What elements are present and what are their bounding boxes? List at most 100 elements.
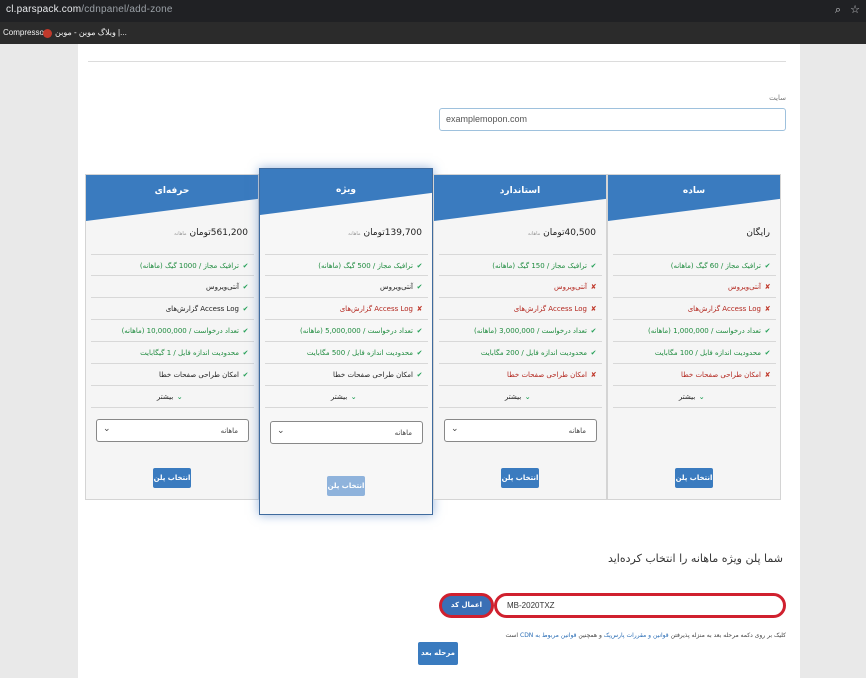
billing-period-select[interactable]: ماهانه ⌄ — [270, 421, 423, 444]
feature-list: ترافیک مجاز / 60 گیگ (ماهانه) ✔ آنتی‌ویرو… — [613, 254, 776, 408]
feature-text: محدودیت اندازه فایل / 1 گیگابایت — [140, 349, 239, 357]
select-value: ماهانه — [568, 427, 586, 435]
feature-text: تعداد درخواست / 1,000,000 (ماهانه) — [648, 327, 761, 335]
feature-text: ترافیک مجاز / 500 گیگ (ماهانه) — [318, 262, 413, 270]
feature-error-pages: امکان طراحی صفحات خطا ✔ — [265, 364, 428, 386]
search-icon[interactable]: ⌕ — [831, 3, 845, 17]
cross-icon: ✘ — [764, 283, 771, 291]
feature-text: گزارش‌های Access Log — [687, 305, 761, 313]
feature-text: ترافیک مجاز / 1000 گیگ (ماهانه) — [139, 262, 239, 270]
more-features-toggle[interactable]: بیشتر ⌄ — [91, 386, 254, 408]
price-currency: تومان — [543, 228, 565, 238]
check-icon: ✔ — [764, 327, 771, 335]
feature-antivirus: آنتی‌ویروس ✔ — [91, 276, 254, 298]
cross-icon: ✘ — [416, 305, 423, 313]
check-icon: ✔ — [416, 349, 423, 357]
plan-header — [86, 175, 258, 221]
plan-card-special: ویژه 139,700تومان ماهانه ترافیک مجاز / 5… — [259, 168, 433, 515]
site-favicon-icon — [43, 29, 52, 38]
select-plan-button[interactable]: انتخاب پلن — [153, 468, 191, 488]
check-icon: ✔ — [242, 283, 249, 291]
bookmark-compressor[interactable]: Compressor — [3, 28, 47, 37]
feature-text: ترافیک مجاز / 150 گیگ (ماهانه) — [492, 262, 587, 270]
plan-price: 139,700تومان ماهانه — [348, 228, 422, 238]
plan-card-professional: حرفه‌ای 561,200تومان ماهانه ترافیک مجاز … — [85, 174, 259, 500]
more-features-toggle[interactable]: بیشتر ⌄ — [265, 386, 428, 408]
terms-link-cdn[interactable]: قوانین مربوط به CDN — [520, 632, 576, 639]
feature-list: ترافیک مجاز / 150 گیگ (ماهانه) ✔ آنتی‌ویر… — [439, 254, 602, 408]
feature-file-size: محدودیت اندازه فایل / 200 مگابایت ✔ — [439, 342, 602, 364]
address-bar[interactable]: cl.parspack.com/cdnpanel/add-zone ⌕ ☆ — [0, 0, 866, 22]
billing-period-select[interactable]: ماهانه ⌄ — [96, 419, 249, 442]
check-icon: ✔ — [242, 349, 249, 357]
feature-access-log: گزارش‌های Access Log ✘ — [439, 298, 602, 320]
plan-title: حرفه‌ای — [154, 186, 190, 196]
check-icon: ✔ — [590, 349, 597, 357]
feature-text: گزارش‌های Access Log — [165, 305, 239, 313]
feature-text: تعداد درخواست / 5,000,000 (ماهانه) — [300, 327, 413, 335]
feature-text: محدودیت اندازه فایل / 500 مگابایت — [306, 349, 413, 357]
billing-period-select[interactable]: ماهانه ⌄ — [444, 419, 597, 442]
select-plan-button[interactable]: انتخاب پلن — [675, 468, 713, 488]
plan-card-basic: ساده رایگان ترافیک مجاز / 60 گیگ (ماهانه… — [607, 174, 781, 500]
feature-text: تعداد درخواست / 3,000,000 (ماهانه) — [474, 327, 587, 335]
feature-file-size: محدودیت اندازه فایل / 1 گیگابایت ✔ — [91, 342, 254, 364]
feature-text: امکان طراحی صفحات خطا — [507, 371, 587, 379]
feature-text: آنتی‌ویروس — [728, 283, 761, 291]
terms-text: است — [505, 632, 519, 639]
coupon-code-input[interactable]: MB-2020TXZ — [494, 593, 786, 618]
select-plan-button[interactable]: انتخاب پلن — [327, 476, 365, 496]
more-text: بیشتر — [156, 393, 174, 401]
more-features-toggle[interactable]: بیشتر ⌄ — [613, 386, 776, 408]
url-path: /cdnpanel/add-zone — [81, 4, 173, 15]
plan-title: ساده — [682, 186, 706, 196]
url-text[interactable]: cl.parspack.com/cdnpanel/add-zone — [6, 4, 173, 15]
feature-text: آنتی‌ویروس — [380, 283, 413, 291]
site-input[interactable]: examplemopon.com — [439, 108, 786, 131]
url-host: cl.parspack.com — [6, 4, 82, 15]
select-value: ماهانه — [394, 429, 412, 437]
terms-text: و همچنین — [578, 632, 602, 639]
feature-access-log: گزارش‌های Access Log ✔ — [91, 298, 254, 320]
feature-requests: تعداد درخواست / 1,000,000 (ماهانه) ✔ — [613, 320, 776, 342]
feature-traffic: ترافیک مجاز / 150 گیگ (ماهانه) ✔ — [439, 254, 602, 276]
bookmark-moboin-blog[interactable]: وبلاگ موبن - موبن |... — [55, 28, 127, 37]
feature-error-pages: امکان طراحی صفحات خطا ✔ — [91, 364, 254, 386]
feature-list: ترافیک مجاز / 1000 گیگ (ماهانه) ✔ آنتی‌وی… — [91, 254, 254, 408]
feature-requests: تعداد درخواست / 3,000,000 (ماهانه) ✔ — [439, 320, 602, 342]
cross-icon: ✘ — [764, 305, 771, 313]
feature-text: ترافیک مجاز / 60 گیگ (ماهانه) — [670, 262, 761, 270]
terms-link-parspack[interactable]: قوانین و مقررات پارس‌پک — [604, 632, 669, 639]
feature-text: تعداد درخواست / 10,000,000 (ماهانه) — [121, 327, 239, 335]
price-period: ماهانه — [174, 231, 187, 237]
check-icon: ✔ — [416, 371, 423, 379]
check-icon: ✔ — [242, 262, 249, 270]
check-icon: ✔ — [242, 305, 249, 313]
feature-antivirus: آنتی‌ویروس ✔ — [265, 276, 428, 298]
more-text: بیشتر — [330, 393, 348, 401]
price-period: ماهانه — [527, 231, 541, 237]
feature-traffic: ترافیک مجاز / 1000 گیگ (ماهانه) ✔ — [91, 254, 254, 276]
terms-notice: کلیک بر روی دکمه مرحله بعد به منزله پذیر… — [505, 632, 786, 639]
feature-file-size: محدودیت اندازه فایل / 100 مگابایت ✔ — [613, 342, 776, 364]
plan-header — [434, 175, 606, 221]
next-step-button[interactable]: مرحله بعد — [418, 642, 458, 665]
cross-icon: ✘ — [764, 371, 771, 379]
plan-price: 561,200تومان ماهانه — [174, 228, 248, 238]
more-text: بیشتر — [678, 393, 696, 401]
price-currency: تومان — [189, 228, 211, 238]
more-text: بیشتر — [504, 393, 522, 401]
apply-coupon-button[interactable]: اعمال کد تخفیف — [439, 593, 494, 628]
bookmark-star-icon[interactable]: ☆ — [848, 3, 862, 17]
check-icon: ✔ — [242, 371, 249, 379]
more-features-toggle[interactable]: بیشتر ⌄ — [439, 386, 602, 408]
select-plan-button[interactable]: انتخاب پلن — [501, 468, 539, 488]
check-icon: ✔ — [416, 327, 423, 335]
feature-error-pages: امکان طراحی صفحات خطا ✘ — [613, 364, 776, 386]
feature-text: امکان طراحی صفحات خطا — [159, 371, 239, 379]
terms-text: کلیک بر روی دکمه مرحله بعد به منزله پذیر… — [670, 632, 786, 639]
feature-text: آنتی‌ویروس — [206, 283, 239, 291]
price-value: 139,700 — [384, 228, 422, 238]
feature-access-log: گزارش‌های Access Log ✘ — [613, 298, 776, 320]
chevron-down-icon: ⌄ — [277, 426, 285, 436]
